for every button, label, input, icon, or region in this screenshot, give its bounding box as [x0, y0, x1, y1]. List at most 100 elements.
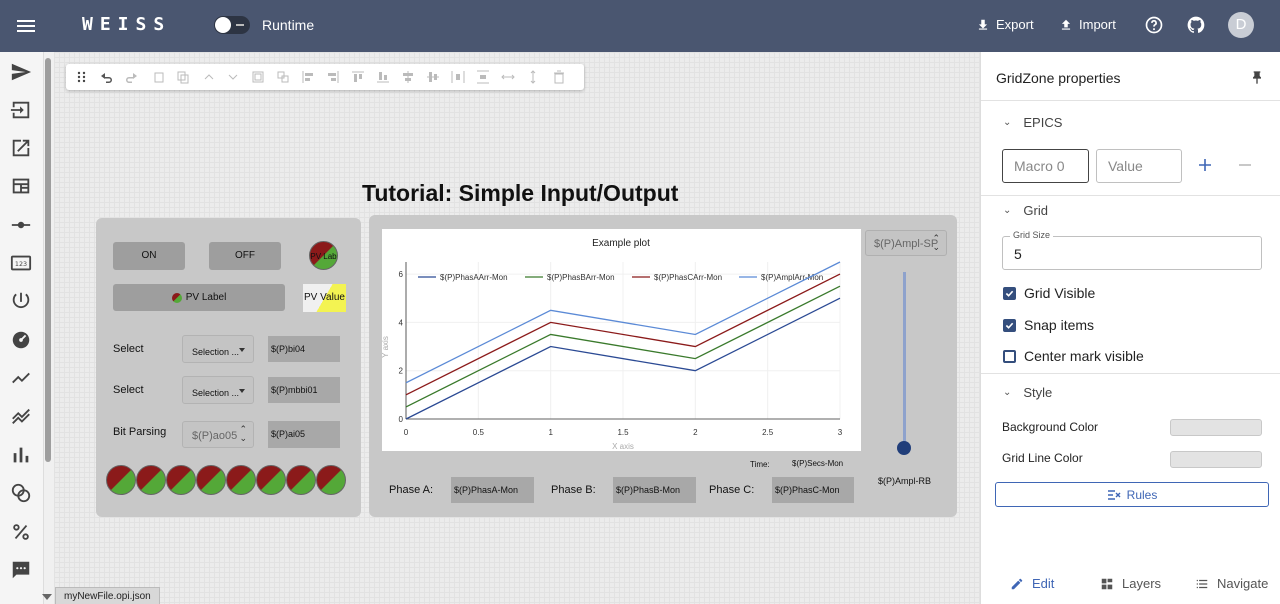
row1-select[interactable]: Selection ... [182, 335, 254, 363]
ungroup-icon[interactable] [276, 70, 290, 84]
row1-pv-readback: $(P)bi04 [268, 336, 340, 362]
phase-c-label: Phase C: [709, 484, 755, 496]
style-section-toggle[interactable]: ⌄ Style [1003, 385, 1052, 400]
plot-title: Example plot [592, 238, 650, 249]
rules-icon [1107, 489, 1121, 500]
paste-icon[interactable] [176, 70, 190, 84]
open-in-new-icon[interactable] [10, 137, 32, 159]
time-label: Time: [750, 460, 770, 469]
example-plot[interactable]: Example plot X axis Y axis $(P)PhasAArr-… [381, 229, 861, 451]
power-icon[interactable] [10, 290, 32, 312]
delete-icon[interactable] [552, 70, 566, 84]
center-mark-checkbox[interactable]: Center mark visible [1003, 348, 1144, 364]
gauge-icon[interactable] [10, 329, 32, 351]
x-tick-label: 3 [838, 428, 843, 437]
bit-led-2 [136, 465, 166, 495]
chevron-down-icon[interactable] [226, 70, 240, 84]
tab-edit[interactable]: Edit [1010, 576, 1054, 591]
plot-y-axis-label: Y axis [382, 336, 390, 358]
phase-a-label: Phase A: [389, 484, 434, 496]
list-icon [1196, 579, 1208, 588]
macro-name-input[interactable]: Macro 0 [1002, 149, 1089, 183]
grid-size-input[interactable]: 5 [1002, 236, 1262, 270]
on-button[interactable]: ON [113, 242, 185, 270]
redo-icon[interactable] [124, 70, 138, 84]
snap-items-checkbox[interactable]: Snap items [1003, 317, 1094, 333]
align-center-horizontal-icon[interactable] [401, 70, 415, 84]
remove-macro-icon[interactable] [1238, 158, 1252, 172]
epics-section-toggle[interactable]: ⌄ EPICS [1003, 115, 1062, 130]
amplitude-slider-thumb[interactable] [897, 441, 911, 455]
group-icon[interactable] [251, 70, 265, 84]
numeric-input-icon[interactable]: 123 [10, 252, 32, 274]
chevron-up-icon[interactable] [202, 70, 216, 84]
grid-visible-checkbox[interactable]: Grid Visible [1003, 285, 1095, 301]
align-center-vertical-icon[interactable] [426, 70, 440, 84]
spinner-arrows-icon[interactable]: ⌃ ⌄ [239, 425, 247, 443]
align-bottom-icon[interactable] [376, 70, 390, 84]
input-icon[interactable] [10, 99, 32, 121]
off-button[interactable]: OFF [209, 242, 281, 270]
align-right-icon[interactable] [326, 70, 340, 84]
phase-b-readback: $(P)PhasB-Mon [613, 477, 696, 503]
pv-label-button[interactable]: PV Label [113, 284, 285, 311]
layers-icon [1101, 578, 1113, 589]
grid-section-toggle[interactable]: ⌄ Grid [1003, 203, 1048, 218]
send-icon[interactable] [10, 61, 32, 83]
pin-icon[interactable] [1249, 70, 1265, 86]
copy-icon[interactable] [152, 70, 166, 84]
align-top-icon[interactable] [351, 70, 365, 84]
tab-layers[interactable]: Layers [1100, 576, 1161, 591]
amplitude-readback-label: $(P)Ampl-RB [878, 476, 932, 486]
edit-toolbar [66, 64, 584, 90]
rules-label: Rules [1126, 487, 1158, 502]
table-icon[interactable] [10, 175, 32, 197]
plot-x-axis-label: X axis [612, 442, 634, 451]
undo-icon[interactable] [100, 70, 114, 84]
row2-select[interactable]: Selection ... [182, 376, 254, 404]
amplitude-setpoint-input[interactable]: $(P)Ampl-SP ⌃ ⌄ [865, 230, 947, 256]
bar-chart-icon[interactable] [10, 444, 32, 466]
x-tick-label: 1.5 [617, 428, 629, 437]
help-icon[interactable] [1144, 15, 1164, 35]
add-macro-icon[interactable] [1198, 158, 1212, 172]
widget-sidebar: 123 [0, 52, 44, 604]
slider-icon[interactable] [10, 214, 32, 236]
phase-c-readback: $(P)PhasC-Mon [772, 477, 854, 503]
menu-icon[interactable] [14, 14, 38, 38]
scroll-down-arrow-icon[interactable] [42, 594, 52, 600]
drag-handle-icon[interactable] [75, 70, 89, 84]
x-tick-label: 0.5 [473, 428, 485, 437]
avatar[interactable]: D [1228, 12, 1254, 38]
multi-line-chart-icon[interactable] [10, 405, 32, 427]
percent-icon[interactable] [10, 521, 32, 543]
same-width-icon[interactable] [501, 70, 515, 84]
macro-value-input[interactable]: Value [1096, 149, 1182, 183]
coins-icon[interactable] [10, 482, 32, 504]
github-icon[interactable] [1186, 15, 1206, 35]
export-button[interactable]: Export [976, 17, 1034, 32]
epics-section-label: EPICS [1023, 115, 1063, 130]
same-height-icon[interactable] [526, 70, 540, 84]
sidebar-scrollbar-thumb[interactable] [45, 58, 51, 462]
file-tab[interactable]: myNewFile.opi.json [55, 587, 160, 604]
runtime-toggle[interactable] [214, 16, 250, 34]
tab-navigate[interactable]: Navigate [1195, 576, 1268, 591]
line-chart-icon[interactable] [10, 367, 32, 389]
bit-parsing-spinner[interactable]: $(P)ao05 ⌃ ⌄ [182, 421, 254, 448]
import-button[interactable]: Import [1059, 17, 1116, 32]
row2-pv-readback: $(P)mbbi01 [268, 377, 340, 403]
row3-pv-readback: $(P)ai05 [268, 421, 340, 448]
row1-label: Select [113, 343, 144, 355]
grid-line-color-swatch[interactable] [1170, 451, 1262, 468]
rules-button[interactable]: Rules [995, 482, 1269, 507]
amplitude-slider-track[interactable] [903, 272, 906, 448]
distribute-vertical-icon[interactable] [476, 70, 490, 84]
background-color-swatch[interactable] [1170, 419, 1262, 436]
comment-icon[interactable] [10, 559, 32, 581]
spinner-arrows-icon[interactable]: ⌃ ⌄ [932, 234, 940, 252]
bit-led-1 [106, 465, 136, 495]
distribute-horizontal-icon[interactable] [451, 70, 465, 84]
align-left-icon[interactable] [301, 70, 315, 84]
runtime-label: Runtime [262, 17, 315, 33]
